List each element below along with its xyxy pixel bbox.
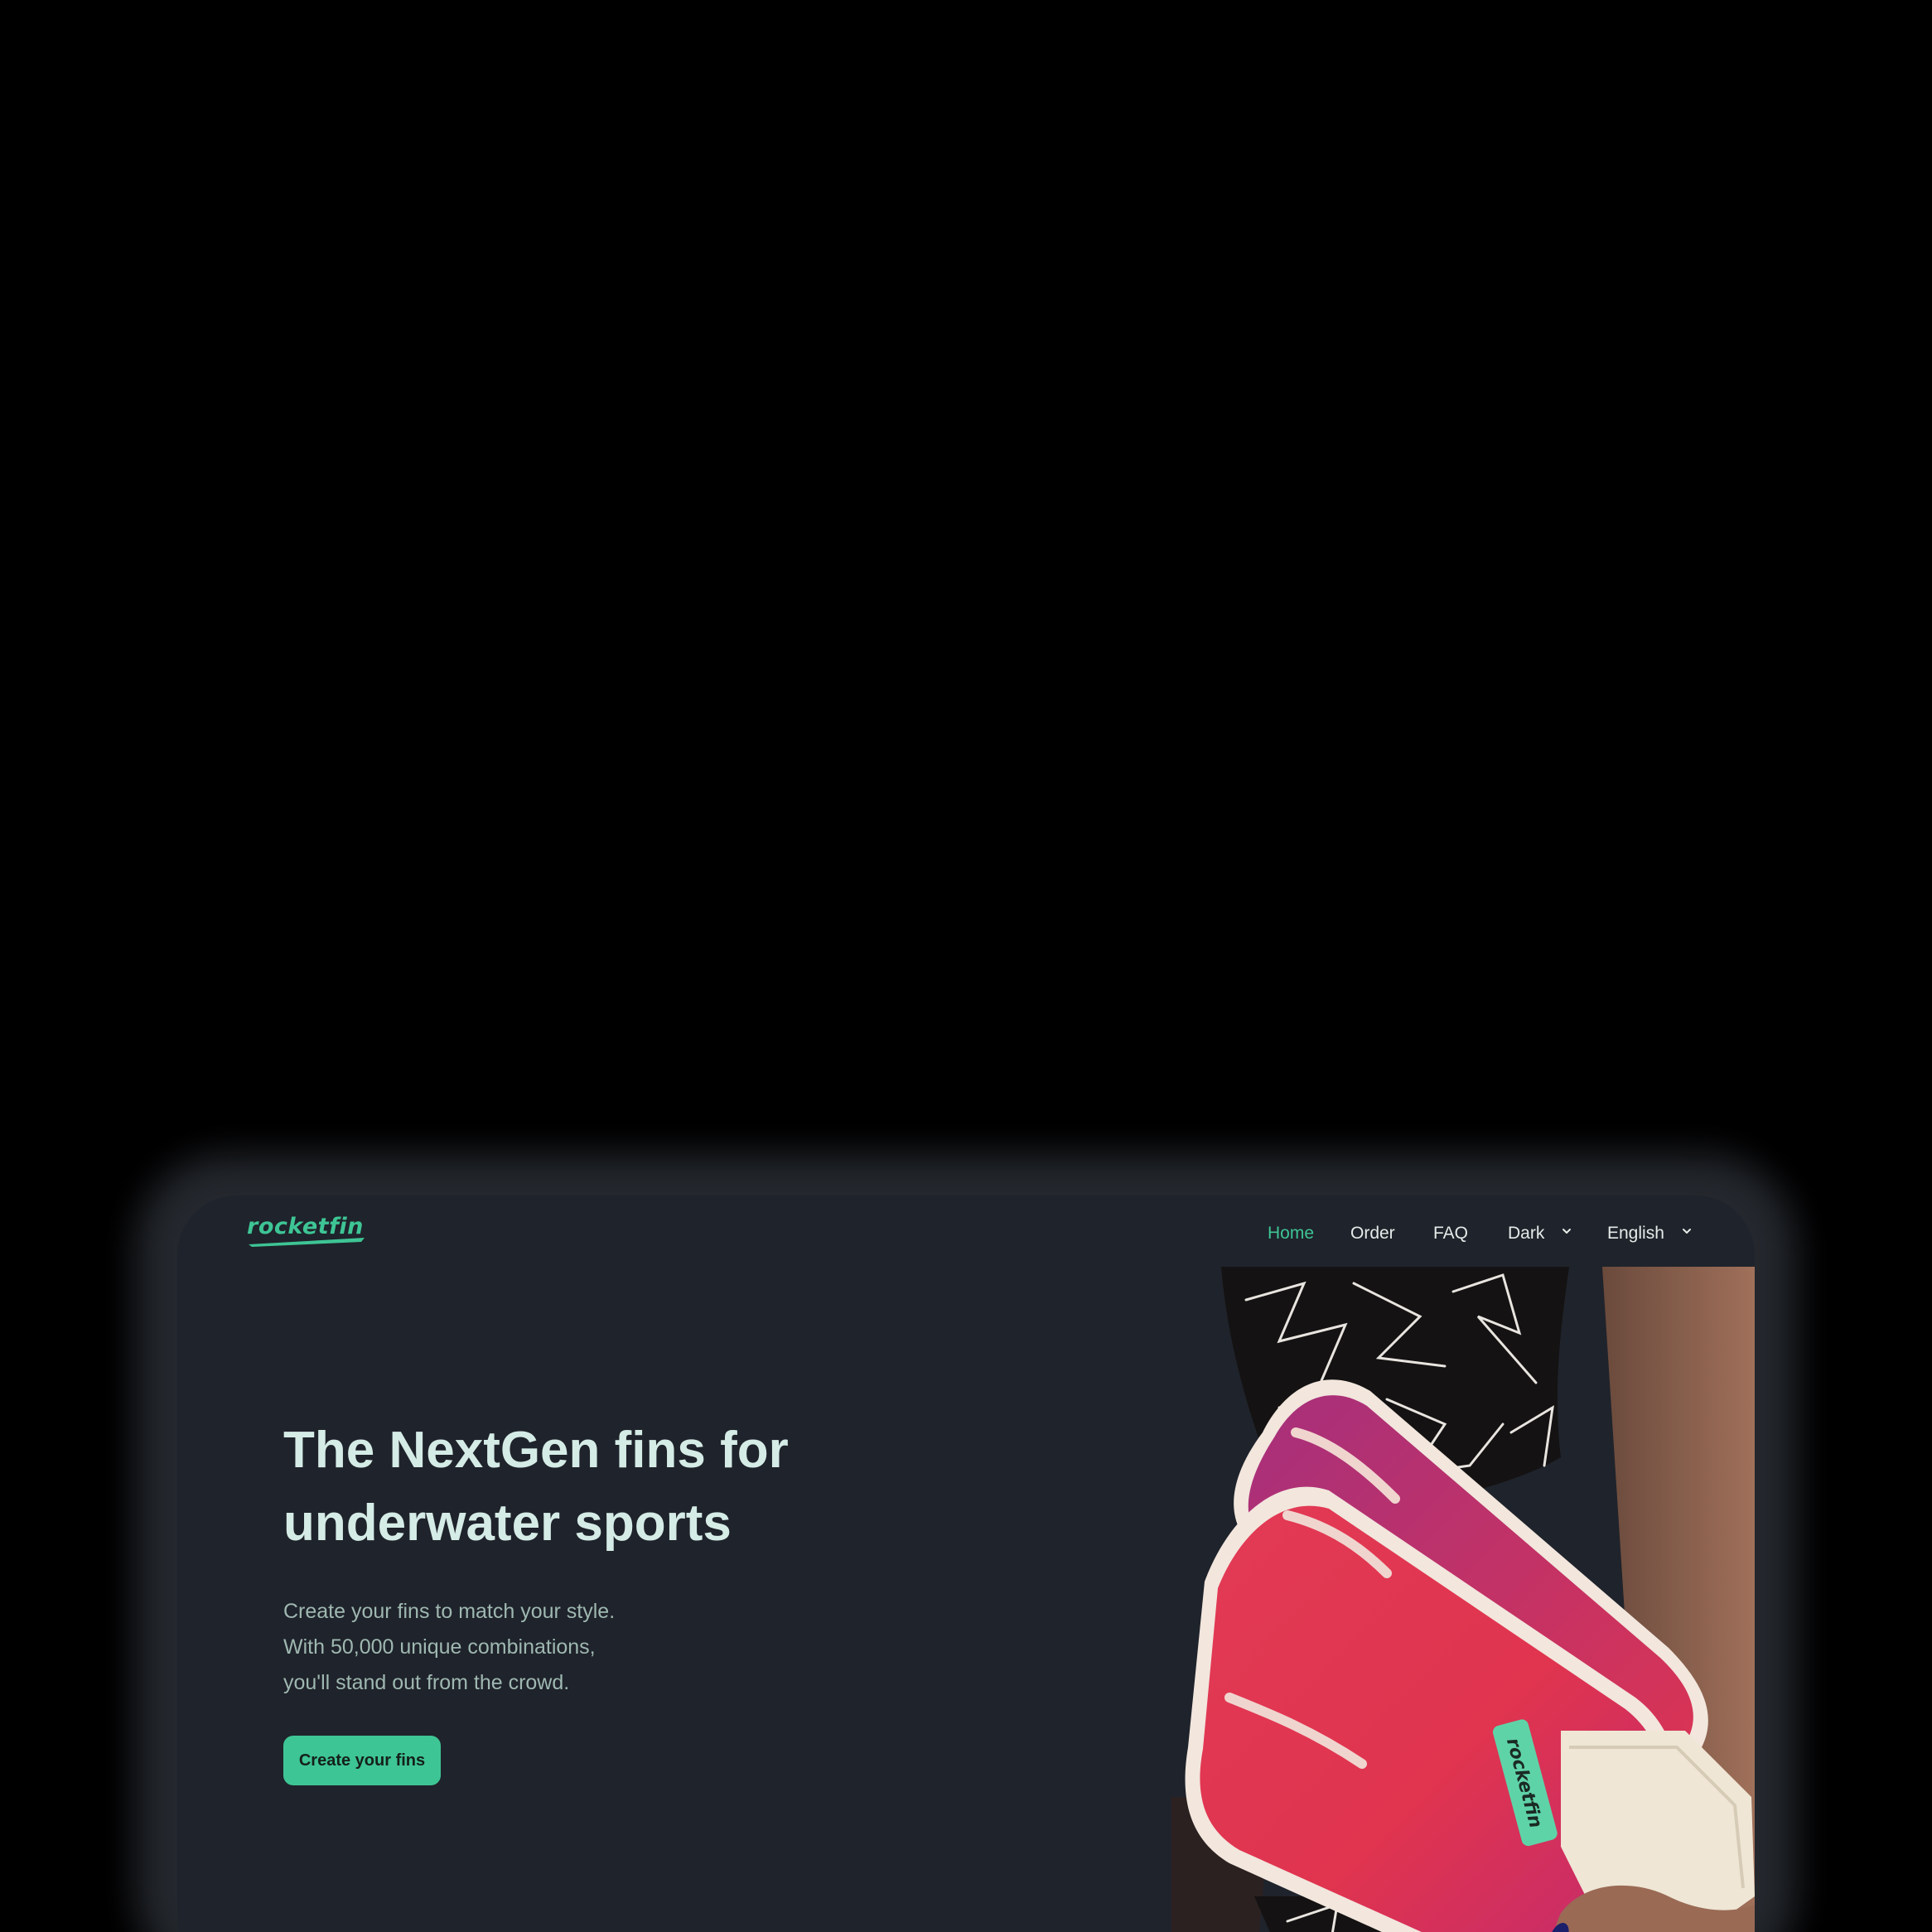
theme-select-value: Dark xyxy=(1508,1224,1545,1243)
hero-subtitle-line: With 50,000 unique combinations, xyxy=(283,1635,596,1659)
hero-subtitle-line: Create your fins to match your style. xyxy=(283,1600,616,1623)
hero-title-line: The NextGen fins for xyxy=(283,1422,789,1479)
website-window: rocketfin Home Order FAQ Dark English Th… xyxy=(177,1195,1755,1932)
nav-item-faq[interactable]: FAQ xyxy=(1433,1219,1468,1249)
logo[interactable]: rocketfin xyxy=(247,1214,368,1250)
page-canvas: rocketfin Home Order FAQ Dark English Th… xyxy=(0,0,1932,1932)
hero-product-photo: rocketfin xyxy=(1171,1267,1755,1932)
language-select-value: English xyxy=(1607,1224,1664,1243)
hero-subtitle-line: you'll stand out from the crowd. xyxy=(283,1671,570,1694)
language-select[interactable]: English xyxy=(1607,1219,1693,1249)
hero-title: The NextGen fins for underwater sports xyxy=(283,1414,913,1560)
hero-subtitle: Create your fins to match your style. Wi… xyxy=(283,1594,714,1701)
create-your-fins-button[interactable]: Create your fins xyxy=(283,1736,441,1785)
chevron-down-icon xyxy=(1563,1229,1572,1234)
logo-swoosh-icon xyxy=(249,1238,365,1247)
nav-item-order[interactable]: Order xyxy=(1350,1219,1395,1249)
chevron-down-icon xyxy=(1682,1229,1691,1234)
hero-title-line: underwater sports xyxy=(283,1495,732,1552)
nav-item-home[interactable]: Home xyxy=(1268,1219,1314,1249)
theme-select[interactable]: Dark xyxy=(1508,1219,1572,1249)
